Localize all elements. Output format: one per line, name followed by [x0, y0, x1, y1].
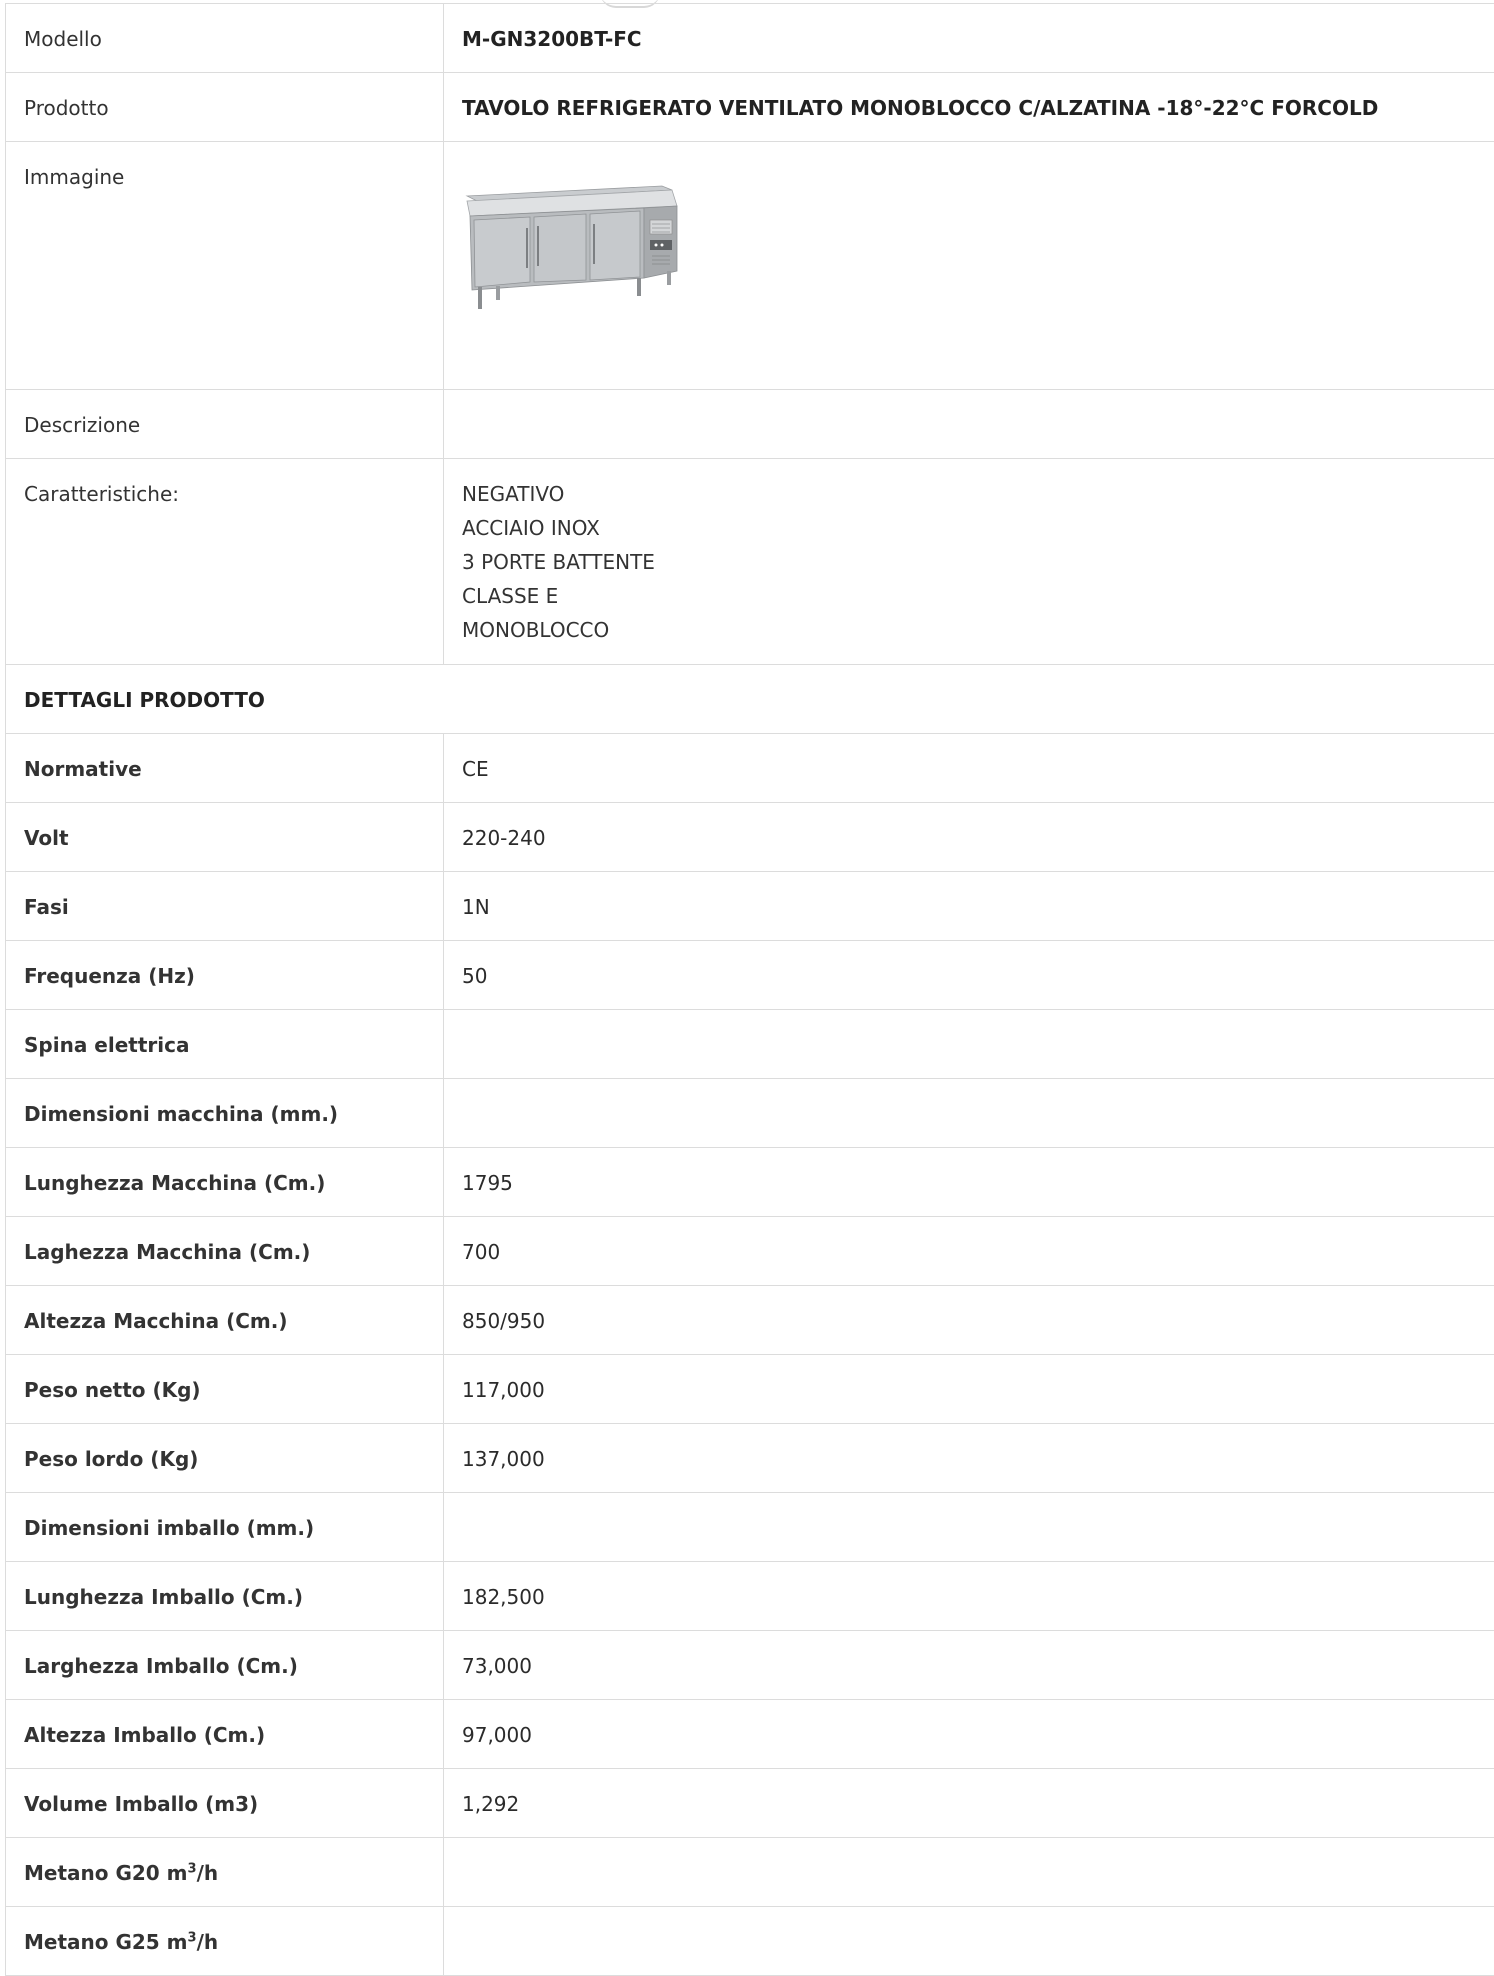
detail-value: CE [444, 734, 1494, 803]
image-cell [444, 142, 1494, 390]
gas-label-suffix: /h [197, 1930, 219, 1954]
detail-label: Lunghezza Macchina (Cm.) [6, 1148, 444, 1217]
detail-label: Volume Imballo (m3) [6, 1769, 444, 1838]
detail-value: 1795 [444, 1148, 1494, 1217]
detail-value [444, 1493, 1494, 1562]
detail-value: 220-240 [444, 803, 1494, 872]
gas-label-sup: 3 [188, 1861, 197, 1876]
detail-value: 1,292 [444, 1769, 1494, 1838]
gas-value [444, 1907, 1494, 1976]
detail-value: 182,500 [444, 1562, 1494, 1631]
detail-label: Frequenza (Hz) [6, 941, 444, 1010]
feature-item: 3 PORTE BATTENTE [462, 545, 1476, 579]
gas-label-prefix: Metano G25 m [24, 1930, 188, 1954]
detail-label: Dimensioni imballo (mm.) [6, 1493, 444, 1562]
spec-row-product: Prodotto TAVOLO REFRIGERATO VENTILATO MO… [6, 73, 1494, 142]
spec-row-description: Descrizione [6, 390, 1494, 459]
detail-label: Lunghezza Imballo (Cm.) [6, 1562, 444, 1631]
features-list: NEGATIVO ACCIAIO INOX 3 PORTE BATTENTE C… [444, 459, 1494, 665]
feature-item: ACCIAIO INOX [462, 511, 1476, 545]
detail-value: 50 [444, 941, 1494, 1010]
spec-row-features: Caratteristiche: NEGATIVO ACCIAIO INOX 3… [6, 459, 1494, 665]
detail-row: Spina elettrica [6, 1010, 1494, 1079]
gas-row: Metano G20 m3/h [6, 1838, 1494, 1907]
detail-row: Volt 220-240 [6, 803, 1494, 872]
detail-row: Altezza Imballo (Cm.) 97,000 [6, 1700, 1494, 1769]
detail-row: Dimensioni imballo (mm.) [6, 1493, 1494, 1562]
gas-label-prefix: Metano G20 m [24, 1861, 188, 1885]
spec-row-model: Modello M-GN3200BT-FC [6, 4, 1494, 73]
detail-label: Fasi [6, 872, 444, 941]
detail-label: Altezza Macchina (Cm.) [6, 1286, 444, 1355]
spec-label: Caratteristiche: [6, 459, 444, 665]
spec-label: Descrizione [6, 390, 444, 459]
spec-label: Immagine [6, 142, 444, 390]
detail-value [444, 1079, 1494, 1148]
gas-label-sup: 3 [188, 1930, 197, 1945]
detail-label: Volt [6, 803, 444, 872]
detail-value: 1N [444, 872, 1494, 941]
detail-row: Altezza Macchina (Cm.) 850/950 [6, 1286, 1494, 1355]
detail-label: Laghezza Macchina (Cm.) [6, 1217, 444, 1286]
product-spec-table: Modello M-GN3200BT-FC Prodotto TAVOLO RE… [5, 3, 1494, 1976]
section-header-row: DETTAGLI PRODOTTO [6, 665, 1494, 734]
feature-item: NEGATIVO [462, 477, 1476, 511]
detail-row: Lunghezza Imballo (Cm.) 182,500 [6, 1562, 1494, 1631]
detail-label: Peso netto (Kg) [6, 1355, 444, 1424]
detail-row: Normative CE [6, 734, 1494, 803]
detail-row: Fasi 1N [6, 872, 1494, 941]
detail-value [444, 1010, 1494, 1079]
detail-row: Laghezza Macchina (Cm.) 700 [6, 1217, 1494, 1286]
detail-value: 117,000 [444, 1355, 1494, 1424]
detail-row: Peso lordo (Kg) 137,000 [6, 1424, 1494, 1493]
spec-row-image: Immagine [6, 142, 1494, 390]
feature-item: CLASSE E [462, 579, 1476, 613]
refrigerated-table-image [462, 168, 682, 318]
gas-row: Metano G25 m3/h [6, 1907, 1494, 1976]
detail-value: 850/950 [444, 1286, 1494, 1355]
detail-value: 73,000 [444, 1631, 1494, 1700]
gas-label: Metano G25 m3/h [6, 1907, 444, 1976]
gas-label: Metano G20 m3/h [6, 1838, 444, 1907]
detail-label: Dimensioni macchina (mm.) [6, 1079, 444, 1148]
product-value: TAVOLO REFRIGERATO VENTILATO MONOBLOCCO … [444, 73, 1494, 142]
detail-row: Larghezza Imballo (Cm.) 73,000 [6, 1631, 1494, 1700]
detail-label: Larghezza Imballo (Cm.) [6, 1631, 444, 1700]
detail-row: Lunghezza Macchina (Cm.) 1795 [6, 1148, 1494, 1217]
detail-row: Volume Imballo (m3) 1,292 [6, 1769, 1494, 1838]
description-value [444, 390, 1494, 459]
detail-value: 97,000 [444, 1700, 1494, 1769]
detail-label: Peso lordo (Kg) [6, 1424, 444, 1493]
model-value: M-GN3200BT-FC [444, 4, 1494, 73]
detail-row: Peso netto (Kg) 117,000 [6, 1355, 1494, 1424]
feature-item: MONOBLOCCO [462, 613, 1476, 647]
detail-row: Dimensioni macchina (mm.) [6, 1079, 1494, 1148]
spec-label: Modello [6, 4, 444, 73]
section-title: DETTAGLI PRODOTTO [6, 665, 1494, 734]
detail-row: Frequenza (Hz) 50 [6, 941, 1494, 1010]
spec-label: Prodotto [6, 73, 444, 142]
detail-value: 137,000 [444, 1424, 1494, 1493]
gas-label-suffix: /h [197, 1861, 219, 1885]
detail-label: Spina elettrica [6, 1010, 444, 1079]
detail-value: 700 [444, 1217, 1494, 1286]
gas-value [444, 1838, 1494, 1907]
detail-label: Normative [6, 734, 444, 803]
detail-label: Altezza Imballo (Cm.) [6, 1700, 444, 1769]
